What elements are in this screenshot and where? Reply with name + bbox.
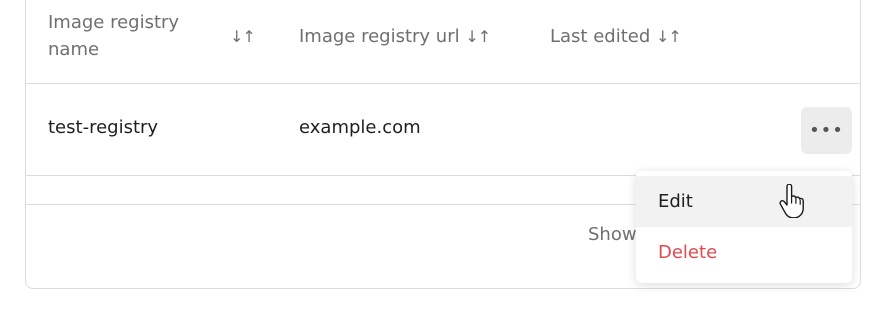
sort-url-icon[interactable]: ↓↑ bbox=[465, 27, 491, 46]
table-row: test-registry example.com ••• bbox=[26, 84, 860, 176]
hand-pointer-icon bbox=[779, 184, 804, 218]
menu-item-edit-label: Edit bbox=[658, 191, 693, 212]
column-header-name-label: Image registry name bbox=[48, 12, 180, 60]
pagination-show-label: Show bbox=[588, 224, 637, 245]
registry-url-cell: example.com bbox=[299, 117, 421, 138]
menu-item-delete[interactable]: Delete bbox=[636, 227, 852, 278]
more-horizontal-icon: ••• bbox=[809, 120, 844, 141]
sort-name-icon[interactable]: ↓↑ bbox=[230, 23, 256, 51]
row-actions-button[interactable]: ••• bbox=[801, 107, 852, 154]
column-header-name[interactable]: Image registry name bbox=[48, 9, 208, 63]
column-header-url[interactable]: Image registry url ↓↑ bbox=[299, 23, 491, 50]
menu-item-edit[interactable]: Edit bbox=[636, 176, 852, 227]
registry-name-cell: test-registry bbox=[48, 117, 159, 138]
menu-item-delete-label: Delete bbox=[658, 242, 718, 263]
table-header-row: Image registry name ↓↑ Image registry ur… bbox=[26, 1, 860, 84]
row-actions-menu: Edit Delete bbox=[636, 171, 852, 283]
column-header-url-label: Image registry url bbox=[299, 26, 460, 47]
column-header-last-edited[interactable]: Last edited ↓↑ bbox=[550, 23, 682, 50]
column-header-last-edited-label: Last edited bbox=[550, 26, 651, 47]
sort-last-edited-icon[interactable]: ↓↑ bbox=[656, 27, 682, 46]
